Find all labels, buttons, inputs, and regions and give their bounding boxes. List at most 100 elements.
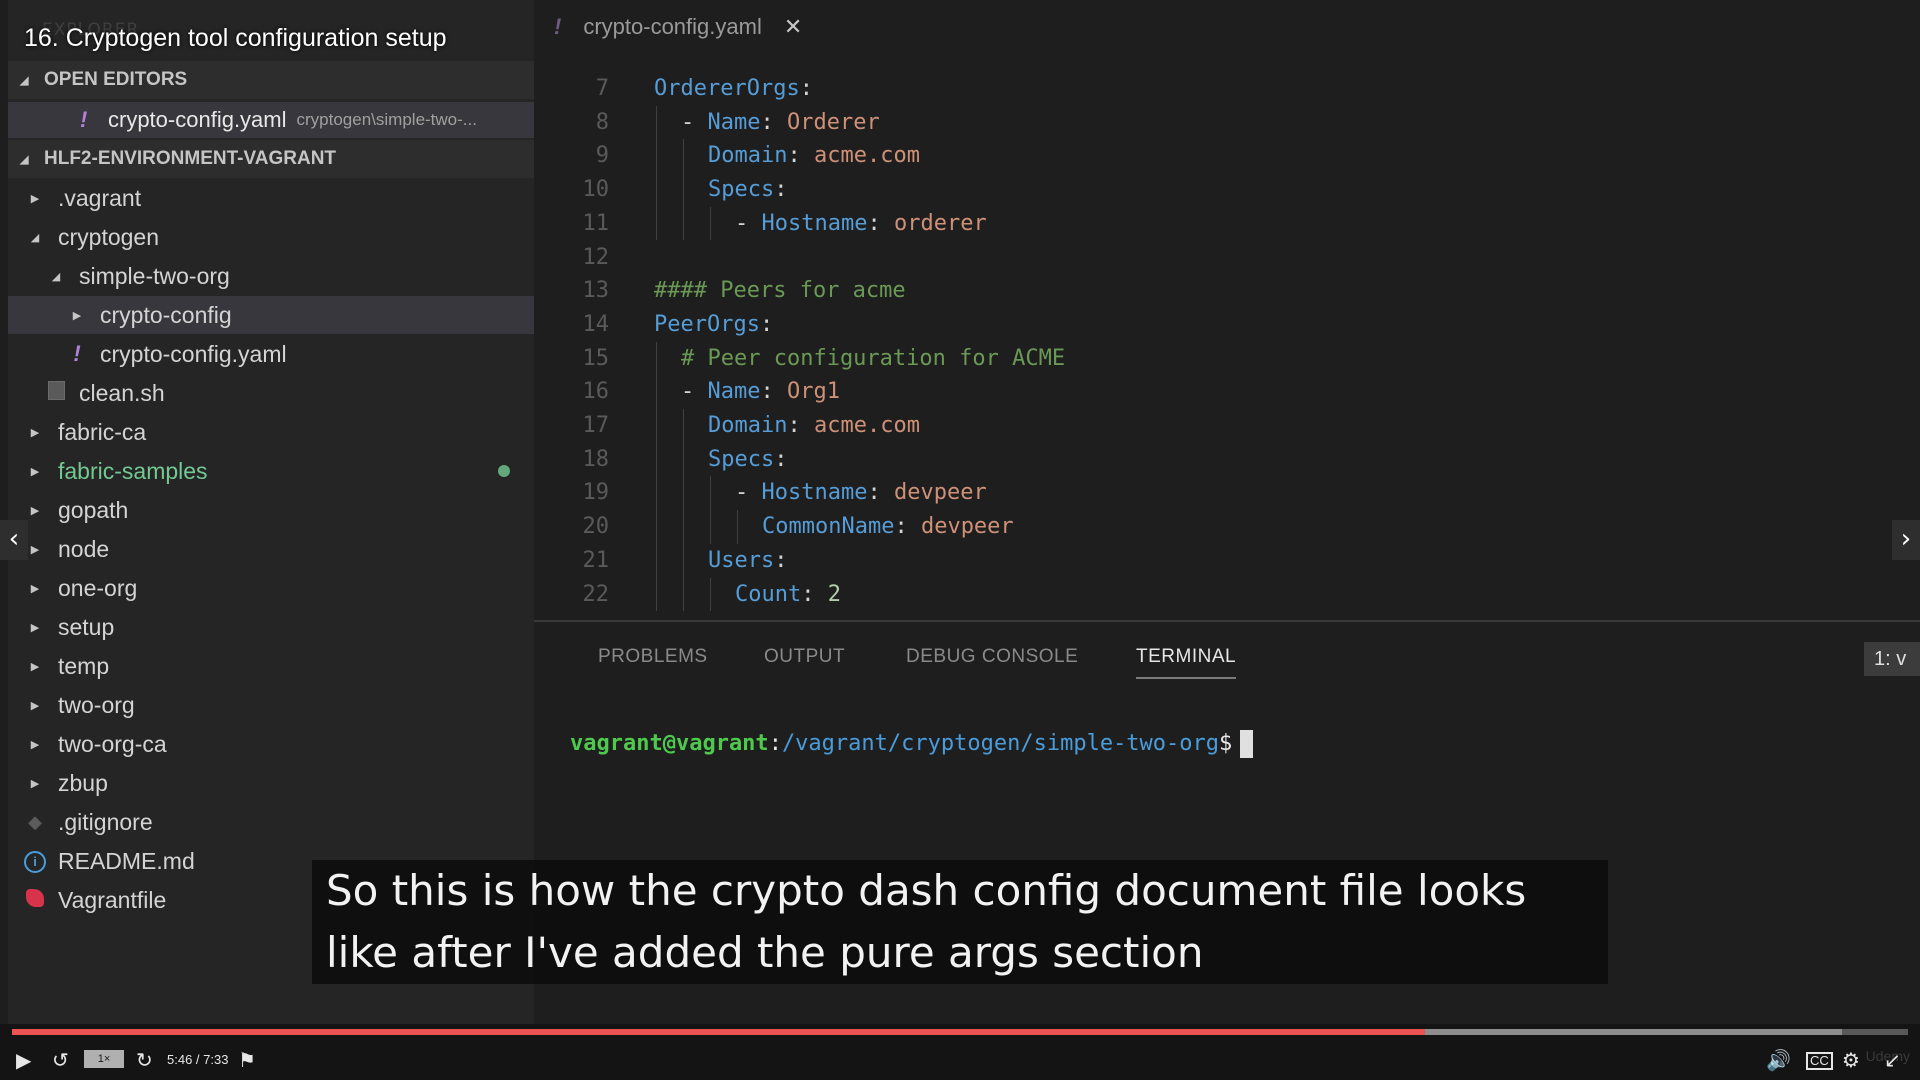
playback-speed-button[interactable]: 1× xyxy=(84,1050,124,1068)
code-line: 17 Domain: acme.com xyxy=(534,409,1914,443)
rewind-icon[interactable]: ↺ xyxy=(52,1046,69,1074)
volume-icon[interactable]: 🔊 xyxy=(1766,1046,1791,1074)
tree-item-label: .vagrant xyxy=(58,184,142,211)
editor-tab-bar: ! crypto-config.yaml ✕ xyxy=(534,0,1920,62)
code-text: - Name: Orderer xyxy=(681,106,880,140)
code-line: 13 #### Peers for acme xyxy=(534,274,1914,308)
code-text: - Hostname: devpeer xyxy=(735,476,987,510)
code-line: 12 xyxy=(534,241,1914,275)
tree-folder[interactable]: ▶ two-org xyxy=(8,686,534,724)
line-number: 8 xyxy=(595,109,609,135)
code-text: - Hostname: orderer xyxy=(735,207,987,241)
code-token: acme.com xyxy=(813,413,920,438)
progress-bar[interactable] xyxy=(12,1029,1908,1035)
code-token: Hostname xyxy=(761,480,868,506)
code-token: : xyxy=(787,143,814,169)
line-number: 16 xyxy=(582,379,610,405)
code-token: orderer xyxy=(893,210,987,236)
code-token: : xyxy=(801,581,828,607)
caret-right-icon: ▶ xyxy=(30,465,40,478)
tree-folder[interactable]: ▶ fabric-samples xyxy=(8,452,534,490)
tree-folder[interactable]: ▶ two-org-ca xyxy=(8,725,534,763)
tree-folder[interactable]: ◢ simple-two-org xyxy=(8,257,534,295)
tree-item-label: setup xyxy=(58,613,115,640)
tree-folder[interactable]: ▶ temp xyxy=(8,647,534,685)
workspace-header[interactable]: ◢ HLF2-ENVIRONMENT-VAGRANT xyxy=(8,140,534,178)
line-number: 22 xyxy=(582,581,610,607)
code-token: Domain xyxy=(708,413,788,438)
terminal-path: /vagrant/cryptogen/simple-two-org xyxy=(781,731,1220,756)
play-icon[interactable]: ▶ xyxy=(16,1046,31,1074)
code-line: 11 - Hostname: orderer xyxy=(534,207,1914,241)
open-editor-path: cryptogen\simple-two-... xyxy=(296,110,477,129)
vagrant-icon xyxy=(24,888,46,912)
open-editor-item[interactable]: ! crypto-config.yaml cryptogen\simple-tw… xyxy=(8,102,534,138)
tree-item-label: .gitignore xyxy=(58,808,153,835)
close-icon[interactable]: ✕ xyxy=(784,14,802,40)
code-text: Users: xyxy=(708,544,787,578)
terminal-user: vagrant@vagrant xyxy=(570,731,769,756)
code-line: 20 CommonName: devpeer xyxy=(534,510,1914,544)
exit-fullscreen-icon[interactable]: ↙ xyxy=(1884,1046,1901,1074)
code-token: # Peer configuration for ACME xyxy=(681,345,1066,371)
code-token: 2 xyxy=(827,581,841,607)
forward-icon[interactable]: ↻ xyxy=(136,1046,153,1074)
tree-item-label: two-org xyxy=(58,691,135,718)
tree-folder[interactable]: ▶ fabric-ca xyxy=(8,413,534,451)
code-text: Specs: xyxy=(708,173,787,207)
tree-folder[interactable]: ▶ zbup xyxy=(8,764,534,802)
yaml-icon: ! xyxy=(554,14,562,39)
previous-lecture-arrow-icon[interactable]: ‹ xyxy=(0,520,28,560)
caret-down-icon: ◢ xyxy=(20,74,29,87)
captions-icon[interactable]: CC xyxy=(1806,1052,1833,1070)
editor-tab[interactable]: ! crypto-config.yaml ✕ xyxy=(554,14,802,40)
tree-file[interactable]: ! crypto-config.yaml xyxy=(8,335,534,373)
terminal-prompt[interactable]: vagrant@vagrant:/vagrant/cryptogen/simpl… xyxy=(570,730,1254,758)
tree-file[interactable]: clean.sh xyxy=(8,374,534,412)
code-line: 9 Domain: acme.com xyxy=(534,139,1914,173)
tree-folder[interactable]: ▶ setup xyxy=(8,608,534,646)
tree-folder[interactable]: ▶ .vagrant xyxy=(8,179,534,217)
code-token: - xyxy=(681,109,708,135)
tree-folder[interactable]: ▶ node xyxy=(8,530,534,568)
code-token: OrdererOrgs xyxy=(654,76,800,101)
tree-item-label: fabric-samples xyxy=(58,457,208,484)
tree-folder[interactable]: ▶ crypto-config xyxy=(8,296,534,334)
caret-right-icon: ▶ xyxy=(30,699,40,712)
tree-folder[interactable]: ▶ gopath xyxy=(8,491,534,529)
tree-item-label: simple-two-org xyxy=(79,262,230,289)
settings-gear-icon[interactable]: ⚙ xyxy=(1842,1046,1860,1074)
code-token: Name xyxy=(707,109,761,135)
bookmark-add-icon[interactable]: ⚑ xyxy=(238,1046,256,1074)
terminal-select[interactable]: 1: v xyxy=(1864,642,1920,676)
tree-item-label: node xyxy=(58,535,110,562)
tree-file[interactable]: ◆ .gitignore xyxy=(8,803,534,841)
panel-tab-debug-console[interactable]: DEBUG CONSOLE xyxy=(906,646,1078,668)
yaml-icon: ! xyxy=(73,341,81,366)
tree-folder[interactable]: ▶ one-org xyxy=(8,569,534,607)
code-line: 18 Specs: xyxy=(534,443,1914,477)
open-editors-label: OPEN EDITORS xyxy=(44,69,188,90)
code-editor[interactable]: 7 OrdererOrgs: 8 - Name: Orderer 9 Domain: ac… xyxy=(534,62,1920,620)
panel-tab-output[interactable]: OUTPUT xyxy=(764,646,845,668)
panel-tab-terminal[interactable]: TERMINAL xyxy=(1136,646,1237,679)
caption-line-2: like after I've added the pure args sect… xyxy=(326,928,1204,977)
code-token: Name xyxy=(707,379,761,405)
code-line: 15 # Peer configuration for ACME xyxy=(534,342,1914,376)
open-editors-header[interactable]: ◢ OPEN EDITORS xyxy=(8,61,534,99)
tree-item-label: README.md xyxy=(58,847,195,874)
code-line: 16 - Name: Org1 xyxy=(534,375,1914,409)
caret-right-icon: ▶ xyxy=(30,192,40,205)
line-number: 7 xyxy=(595,76,609,101)
subtitle-caption: So this is how the crypto dash config do… xyxy=(312,860,1608,984)
code-text: Specs: xyxy=(708,443,787,477)
code-line: 14 PeerOrgs: xyxy=(534,308,1914,342)
git-icon: ◆ xyxy=(28,811,42,832)
workspace-label: HLF2-ENVIRONMENT-VAGRANT xyxy=(44,148,337,169)
caret-right-icon: ▶ xyxy=(30,504,40,517)
next-lecture-arrow-icon[interactable]: › xyxy=(1892,520,1920,560)
tree-folder[interactable]: ◢ cryptogen xyxy=(8,218,534,256)
code-text: Count: 2 xyxy=(735,578,841,612)
tree-item-label: cryptogen xyxy=(58,223,160,250)
panel-tab-problems[interactable]: PROBLEMS xyxy=(598,646,708,668)
